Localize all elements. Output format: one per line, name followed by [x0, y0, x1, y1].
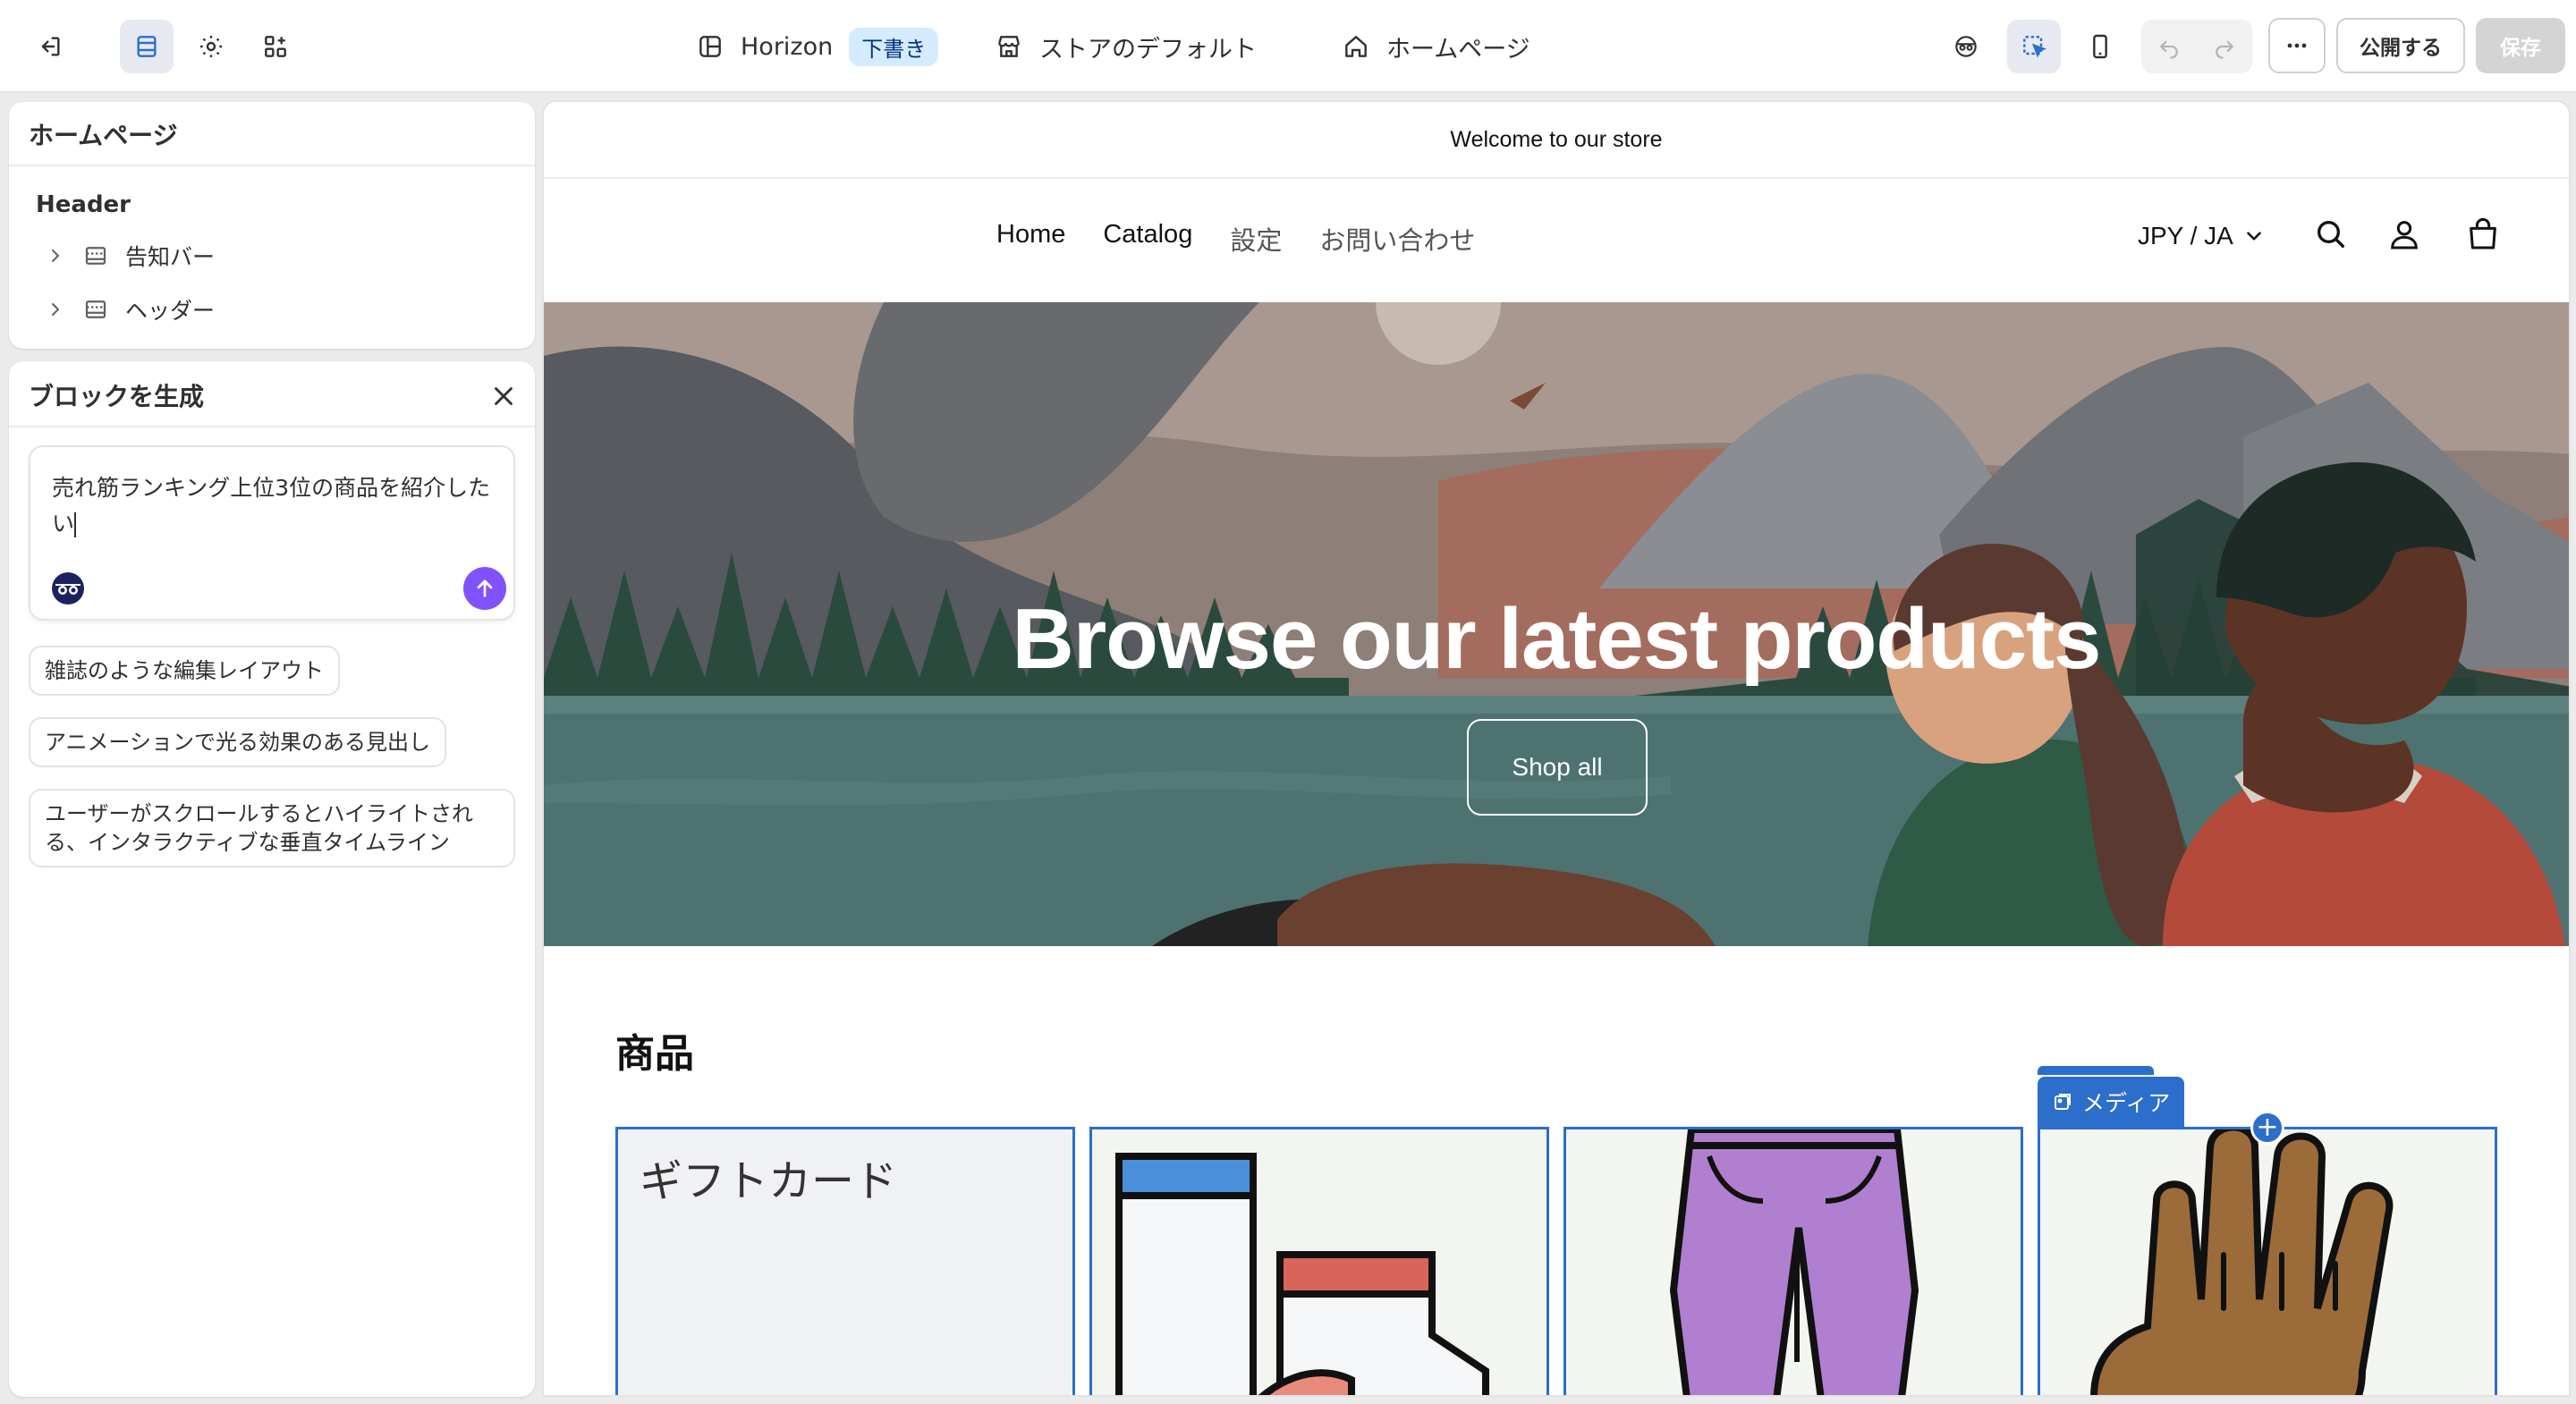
shop-all-button[interactable]: Shop all: [1467, 719, 1648, 816]
publish-button[interactable]: 公開する: [2336, 18, 2465, 73]
section-item-label: 告知バー: [125, 244, 216, 270]
hero-banner: Browse our latest products Shop all: [544, 302, 2569, 946]
nav-home[interactable]: Home: [996, 220, 1065, 258]
account-icon[interactable]: [2386, 216, 2422, 252]
media-tag-label: メディア: [2082, 1090, 2171, 1116]
divider: [9, 426, 535, 427]
search-icon[interactable]: [2313, 216, 2349, 252]
section-icon: [85, 247, 106, 265]
product-image-pants: [1669, 1129, 1919, 1395]
chevron-right-icon[interactable]: [45, 299, 66, 320]
ellipsis-icon: [2287, 43, 2307, 48]
media-block-tag[interactable]: メディア: [2038, 1077, 2185, 1127]
prompt-value: 売れ筋ランキング上位3位の商品を紹介したい: [52, 475, 491, 537]
text-caret: [74, 512, 77, 537]
cart-icon[interactable]: [2465, 216, 2501, 252]
nav-contact[interactable]: お問い合わせ: [1319, 220, 1475, 258]
nav-catalog[interactable]: Catalog: [1103, 220, 1192, 258]
gift-card-label: ギフトカード: [640, 1156, 898, 1206]
undo-icon[interactable]: [2141, 20, 2197, 73]
theme-selector[interactable]: Horizon 下書き: [696, 23, 939, 70]
generate-panel-title: ブロックを生成: [29, 382, 205, 411]
more-actions-button[interactable]: [2268, 18, 2326, 73]
section-item-announcement-bar[interactable]: 告知バー: [45, 240, 215, 272]
editor-topbar: Horizon 下書き ストアのデフォルト ホームページ 公開する 保存: [0, 0, 2576, 93]
inspector-icon[interactable]: [2007, 20, 2061, 73]
header-group-label: Header: [36, 191, 131, 218]
sidekick-avatar-icon[interactable]: [50, 571, 86, 606]
section-icon: [85, 300, 106, 318]
product-card-pants[interactable]: [1563, 1127, 2023, 1395]
store-preview: Welcome to our store Home Catalog 設定 お問い…: [542, 100, 2571, 1397]
prompt-input[interactable]: 売れ筋ランキング上位3位の商品を紹介したい: [29, 445, 515, 621]
chevron-right-icon[interactable]: [45, 245, 66, 266]
image-icon: [2055, 1094, 2071, 1110]
divider: [9, 165, 535, 166]
sections-panel: ホームページ Header 告知バー ヘッダー: [9, 102, 535, 349]
product-card-gloves[interactable]: [2038, 1127, 2497, 1395]
suggestion-chip[interactable]: 雑誌のような編集レイアウト: [29, 646, 340, 696]
locale-label: JPY / JA: [2138, 222, 2233, 250]
save-button[interactable]: 保存: [2476, 18, 2565, 73]
close-icon[interactable]: [488, 381, 519, 411]
theme-name: Horizon: [741, 32, 834, 61]
page-selector[interactable]: ホームページ: [1342, 23, 1530, 70]
page-selector-label: ホームページ: [1386, 35, 1530, 63]
suggestion-chip[interactable]: アニメーションで光る効果のある見出し: [29, 717, 447, 767]
submit-prompt-button[interactable]: [463, 567, 506, 610]
product-card-bottles[interactable]: [1089, 1127, 1549, 1395]
arrow-up-icon: [477, 579, 493, 597]
product-card-gift[interactable]: ギフトカード: [615, 1127, 1075, 1395]
panel-page-title: ホームページ: [29, 121, 178, 150]
draft-badge: 下書き: [849, 27, 939, 66]
product-image-bottles: [1115, 1153, 1489, 1395]
store-default-selector[interactable]: ストアのデフォルト: [995, 23, 1257, 70]
hero-title: Browse our latest products: [1012, 591, 2102, 687]
media-tab-indicator: [2038, 1066, 2154, 1075]
store-header: Home Catalog 設定 お問い合わせ JPY / JA: [544, 179, 2569, 302]
generate-block-panel: ブロックを生成 売れ筋ランキング上位3位の商品を紹介したい 雑誌のような編集レイ…: [9, 361, 535, 1397]
store-default-label: ストアのデフォルト: [1039, 35, 1257, 63]
products-section-title: 商品: [615, 1031, 694, 1077]
sections-icon[interactable]: [120, 20, 174, 73]
mobile-preview-icon[interactable]: [2073, 20, 2127, 73]
suggestion-chip[interactable]: ユーザーがスクロールするとハイライトされる、インタラクティブな垂直タイムライン: [29, 789, 515, 867]
apps-icon[interactable]: [249, 20, 302, 73]
nav-settings[interactable]: 設定: [1230, 220, 1282, 258]
section-item-label: ヘッダー: [125, 298, 216, 324]
exit-icon[interactable]: [23, 20, 77, 73]
announcement-bar[interactable]: Welcome to our store: [544, 102, 2569, 179]
home-icon: [1345, 36, 1367, 57]
sidekick-icon[interactable]: [1939, 20, 1993, 73]
section-item-header[interactable]: ヘッダー: [45, 293, 215, 326]
main-nav: Home Catalog 設定 お問い合わせ: [996, 220, 1475, 258]
store-icon: [998, 36, 1020, 57]
gear-icon[interactable]: [184, 20, 238, 73]
locale-selector[interactable]: JPY / JA: [2138, 222, 2266, 250]
product-image-gloves: [2090, 1129, 2394, 1395]
chevron-down-icon: [2247, 232, 2261, 241]
undo-redo-group: [2141, 20, 2252, 73]
redo-icon[interactable]: [2197, 20, 2252, 73]
layout-icon: [699, 36, 721, 57]
add-block-plus-icon[interactable]: +: [2250, 1111, 2284, 1145]
